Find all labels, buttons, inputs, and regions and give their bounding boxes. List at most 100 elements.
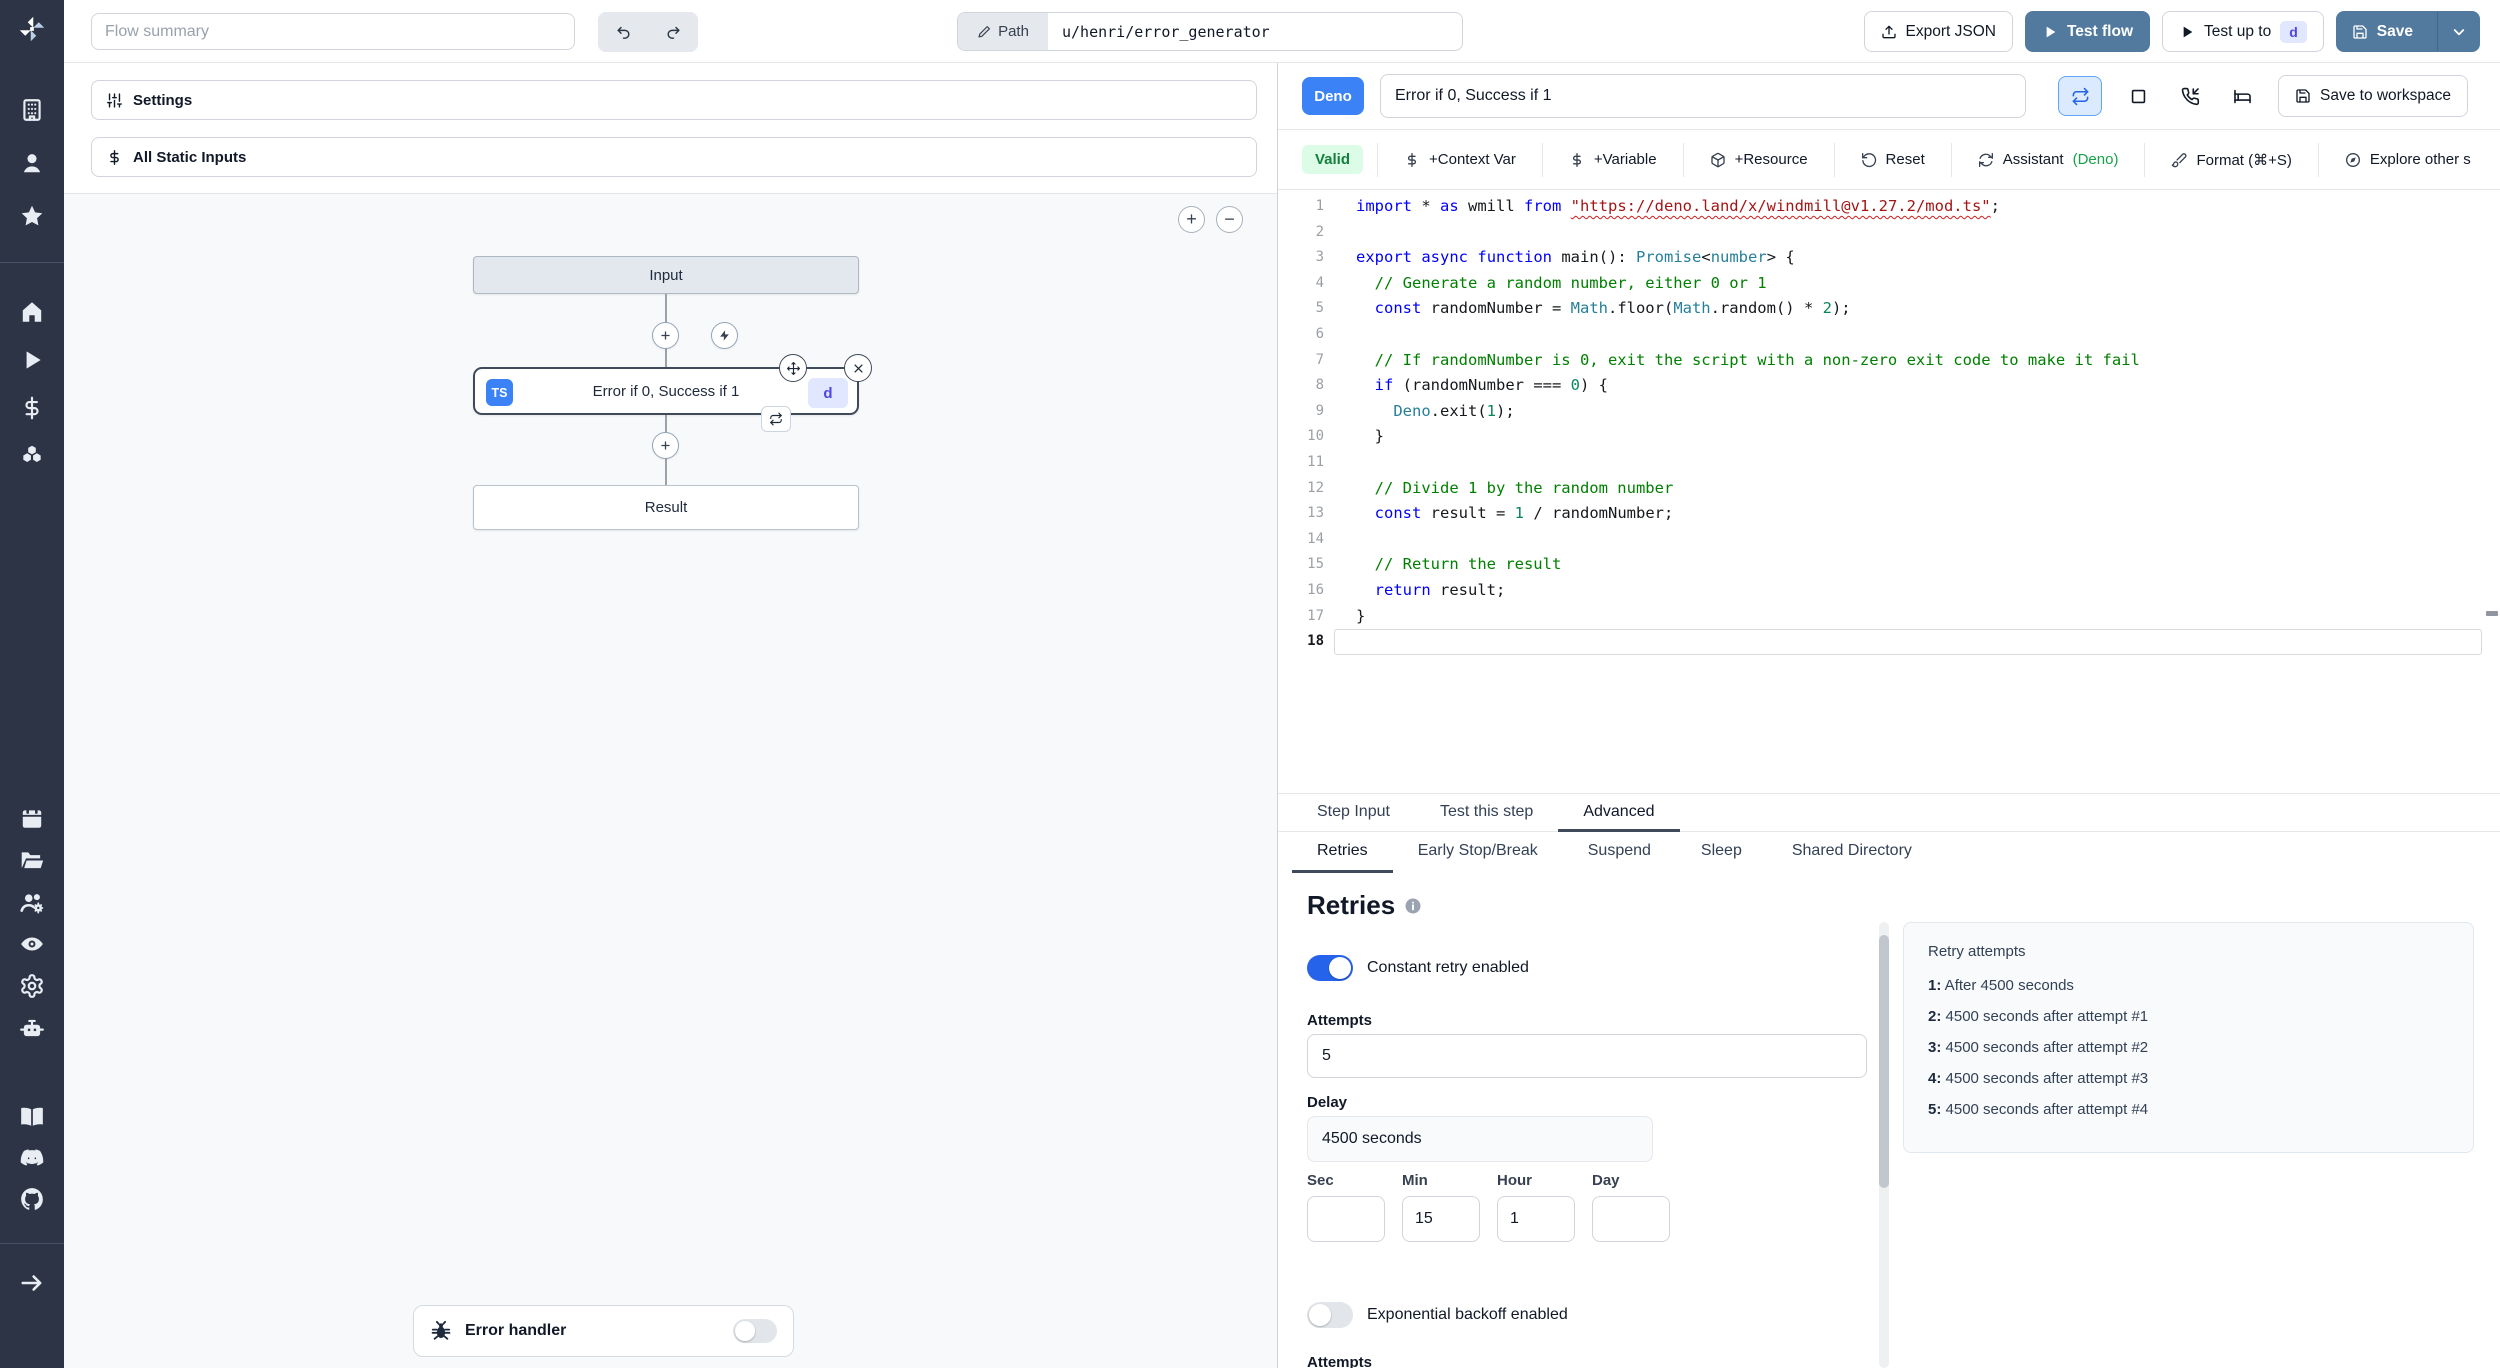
retry-day-input[interactable] xyxy=(1592,1196,1670,1242)
sidebar-users-cog-icon[interactable] xyxy=(19,889,45,915)
sidebar-boxes-icon[interactable] xyxy=(19,443,45,469)
flow-settings-row[interactable]: Settings xyxy=(91,80,1257,120)
redo-button[interactable] xyxy=(648,12,698,52)
retry-sec-input[interactable] xyxy=(1307,1196,1385,1242)
export-json-button[interactable]: Export JSON xyxy=(1863,11,2013,52)
retries-scrollbar[interactable] xyxy=(1879,922,1889,1368)
toolbar--resource[interactable]: +Resource xyxy=(1682,142,1834,177)
sidebar-expand-button[interactable] xyxy=(19,1270,45,1296)
toolbar-reset[interactable]: Reset xyxy=(1833,142,1951,177)
test-up-to-button[interactable]: Test up to d xyxy=(2162,11,2324,52)
tab-suspend[interactable]: Suspend xyxy=(1563,832,1676,873)
retry-attempt-row: 4: 4500 seconds after attempt #3 xyxy=(1928,1070,2149,1087)
path-field[interactable]: Path u/henri/error_generator xyxy=(957,12,1463,51)
path-value[interactable]: u/henri/error_generator xyxy=(1048,13,1462,50)
delete-step-button[interactable] xyxy=(844,354,872,382)
sidebar-book-icon[interactable] xyxy=(19,1104,45,1130)
flow-static-inputs-row[interactable]: All Static Inputs xyxy=(91,137,1257,177)
windmill-logo-icon[interactable] xyxy=(17,14,47,44)
constant-retry-label: Constant retry enabled xyxy=(1367,959,1529,976)
sleep-button[interactable] xyxy=(2220,76,2264,116)
tab-early-stop-break[interactable]: Early Stop/Break xyxy=(1393,832,1563,873)
exponential-backoff-toggle[interactable] xyxy=(1307,1302,1353,1328)
dollar-icon xyxy=(1569,152,1585,168)
test-flow-button[interactable]: Test flow xyxy=(2024,11,2151,52)
sidebar-discord-icon[interactable] xyxy=(19,1145,45,1171)
early-stop-button[interactable] xyxy=(2116,76,2160,116)
sidebar-home-icon[interactable] xyxy=(19,299,45,325)
sidebar-star-icon[interactable] xyxy=(19,203,45,229)
insert-step-button[interactable] xyxy=(652,432,679,459)
code-content[interactable]: import * as wmill from "https://deno.lan… xyxy=(1356,194,2484,655)
move-step-button[interactable] xyxy=(779,354,807,382)
sidebar-play-icon[interactable] xyxy=(19,347,45,373)
sidebar-bot-icon[interactable] xyxy=(19,1015,45,1041)
sidebar-folder-open-icon[interactable] xyxy=(19,847,45,873)
code-editor[interactable]: 1 2 3 4 5 6 7 8 9 10 11 12 13 14 15 16 17 18 import * as … xyxy=(1278,190,2500,793)
info-icon[interactable] xyxy=(1404,897,1422,915)
zoom-in-button[interactable]: + xyxy=(1178,206,1205,233)
scrollbar-cursor-mark xyxy=(2486,611,2498,616)
sidebar-eye-icon[interactable] xyxy=(19,931,45,957)
toolbar-format-s-[interactable]: Format (⌘+S) xyxy=(2144,142,2317,177)
step-summary-input[interactable] xyxy=(1380,74,2026,118)
tab-shared-directory[interactable]: Shared Directory xyxy=(1767,832,1937,873)
rotate-ccw-icon xyxy=(1861,152,1877,168)
toolbar-assistant[interactable]: Assistant (Deno) xyxy=(1950,142,2145,177)
sidebar-user-icon[interactable] xyxy=(19,150,45,176)
move-icon xyxy=(786,361,801,376)
tab-sleep[interactable]: Sleep xyxy=(1676,832,1767,873)
bug-icon xyxy=(430,1320,452,1342)
retries-title-text: Retries xyxy=(1307,890,1396,920)
app-sidebar xyxy=(0,0,64,1368)
pencil-icon xyxy=(977,25,991,39)
tab-advanced[interactable]: Advanced xyxy=(1558,794,1680,832)
step-editor-panel: Deno Save to workspace Valid +Context Va… xyxy=(1278,63,2500,1368)
toolbar--context-var[interactable]: +Context Var xyxy=(1377,142,1542,177)
flow-canvas[interactable]: + − Input TS Error if 0, Success if 1 d … xyxy=(64,193,1277,1368)
save-dropdown-button[interactable] xyxy=(2437,12,2479,51)
trigger-step-button[interactable] xyxy=(711,322,738,349)
retries-toggle-button[interactable] xyxy=(2058,76,2102,116)
tab-retries[interactable]: Retries xyxy=(1292,832,1393,873)
test-up-to-label: Test up to xyxy=(2204,22,2272,40)
save-to-workspace-button[interactable]: Save to workspace xyxy=(2278,75,2468,117)
save-button[interactable]: Save xyxy=(2335,11,2480,52)
insert-step-button[interactable] xyxy=(652,322,679,349)
path-label-text: Path xyxy=(998,23,1029,40)
step-retry-indicator[interactable] xyxy=(761,406,791,432)
sidebar-gear-icon[interactable] xyxy=(19,973,45,999)
sidebar-group-workspace xyxy=(0,97,64,229)
retry-attempt-row: 5: 4500 seconds after attempt #4 xyxy=(1928,1101,2149,1118)
exponential-backoff-row: Exponential backoff enabled xyxy=(1307,1302,1568,1328)
static-inputs-label: All Static Inputs xyxy=(133,148,247,166)
zoom-out-button[interactable]: − xyxy=(1216,206,1243,233)
sidebar-github-icon[interactable] xyxy=(19,1186,45,1212)
undo-button[interactable] xyxy=(598,12,648,52)
flow-node-result[interactable]: Result xyxy=(473,485,859,530)
delay-input[interactable] xyxy=(1307,1116,1653,1162)
sidebar-building-icon[interactable] xyxy=(19,97,45,123)
editor-toolbar: Valid +Context Var +Variable +Resource Rese… xyxy=(1278,130,2500,190)
retry-sec-label: Sec xyxy=(1307,1172,1334,1189)
valid-status-badge: Valid xyxy=(1302,145,1364,174)
flow-node-input[interactable]: Input xyxy=(473,256,859,294)
repeat-icon xyxy=(769,412,783,426)
retry-day-label: Day xyxy=(1592,1172,1620,1189)
retry-hour-input[interactable] xyxy=(1497,1196,1575,1242)
error-handler-row[interactable]: Error handler xyxy=(413,1305,794,1357)
error-handler-toggle[interactable] xyxy=(733,1319,777,1343)
retry-min-input[interactable] xyxy=(1402,1196,1480,1242)
undo-icon xyxy=(615,24,632,41)
tab-test-this-step[interactable]: Test this step xyxy=(1415,794,1558,832)
redo-icon xyxy=(665,24,682,41)
constant-retry-toggle[interactable] xyxy=(1307,955,1353,981)
sidebar-dollar-icon[interactable] xyxy=(19,395,45,421)
sidebar-calendar-icon[interactable] xyxy=(19,805,45,831)
toolbar-explore-other-s[interactable]: Explore other s xyxy=(2317,142,2497,177)
flow-summary-input[interactable] xyxy=(91,13,575,50)
tab-step-input[interactable]: Step Input xyxy=(1292,794,1415,832)
toolbar--variable[interactable]: +Variable xyxy=(1541,142,1683,177)
attempts-input[interactable] xyxy=(1307,1034,1867,1078)
suspend-button[interactable] xyxy=(2168,76,2212,116)
